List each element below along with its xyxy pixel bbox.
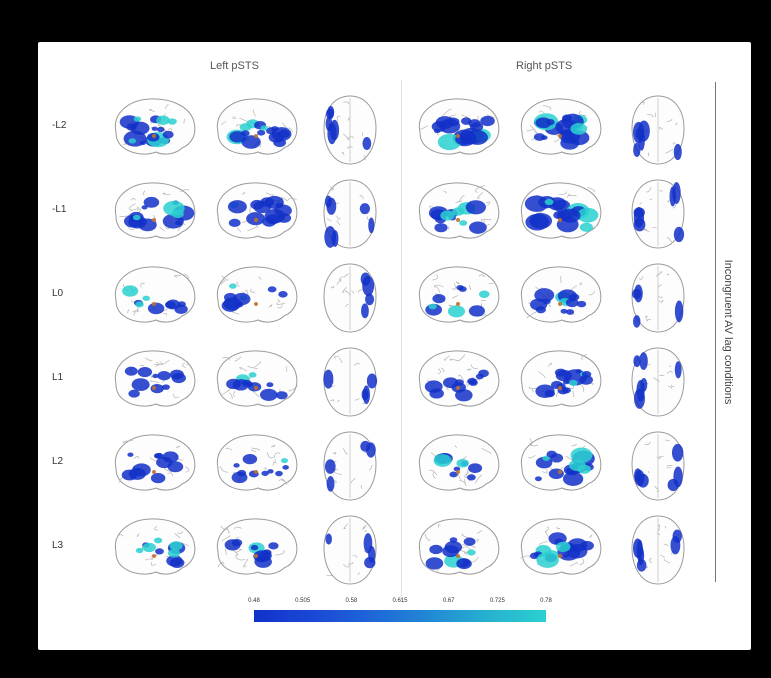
brain-panel <box>626 260 690 336</box>
brain-lateral-view <box>418 350 500 407</box>
brain-panel <box>106 92 202 164</box>
brain-ventral-view <box>323 431 377 501</box>
brain-lateral-view <box>418 182 500 239</box>
brain-panel <box>106 176 202 248</box>
brain-ventral-view <box>631 179 685 249</box>
colorbar-tick-label: 0.78 <box>540 598 552 604</box>
brain-panel <box>208 92 304 164</box>
brain-ventral-view <box>631 263 685 333</box>
row-label: L3 <box>52 540 64 551</box>
brain-lateral-view <box>114 182 196 239</box>
colorbar-ticks: 0.48 0.505 0.58 0.615 0.67 0.725 0.78 <box>248 598 552 610</box>
brain-lateral-view <box>520 98 602 155</box>
brain-ventral-view <box>323 347 378 417</box>
brain-lateral-view <box>520 350 602 407</box>
brain-panel <box>318 428 382 504</box>
colorbar-tick-label: 0.48 <box>248 598 260 604</box>
brain-panel <box>512 176 608 248</box>
row-label: -L2 <box>52 120 67 131</box>
brain-lateral-view <box>520 182 602 239</box>
brain-panel <box>208 260 304 332</box>
brain-ventral-view <box>323 95 377 165</box>
colorbar: 0.48 0.505 0.58 0.615 0.67 0.725 0.78 <box>248 598 552 622</box>
column-title-left-psts: Left pSTS <box>210 60 259 72</box>
colorbar-gradient <box>254 610 546 622</box>
brain-lateral-view <box>114 350 196 407</box>
brain-panel <box>512 260 608 332</box>
row-label: L0 <box>52 288 64 299</box>
brain-panel <box>626 176 690 252</box>
brain-lateral-view <box>418 98 500 155</box>
brain-lateral-view <box>216 350 298 407</box>
brain-ventral-view <box>631 431 685 501</box>
brain-ventral-view <box>323 263 377 333</box>
brain-panel <box>410 260 506 332</box>
brain-panel <box>106 260 202 332</box>
brain-panel <box>410 344 506 416</box>
brain-lateral-view <box>216 266 298 323</box>
row-label: L2 <box>52 456 64 467</box>
brain-panel <box>512 92 608 164</box>
brain-lateral-view <box>216 518 298 575</box>
brain-ventral-view <box>631 347 685 417</box>
brain-lateral-view <box>216 182 298 239</box>
row-group-bracket <box>715 82 716 582</box>
brain-lateral-view <box>418 266 500 323</box>
brain-panel <box>410 512 506 584</box>
brain-panel <box>512 428 608 500</box>
brain-panel <box>626 428 690 504</box>
colorbar-tick-label: 0.615 <box>392 598 408 604</box>
side-label: Incongruent AV lag conditions <box>722 255 734 409</box>
brain-panel <box>208 512 304 584</box>
brain-lateral-view <box>114 98 196 155</box>
brain-ventral-view <box>631 95 685 165</box>
brain-panel <box>410 428 506 500</box>
figure-slide: Left pSTS Right pSTS Incongruent AV lag … <box>38 42 751 650</box>
brain-panel <box>626 92 690 168</box>
brain-lateral-view <box>520 434 602 491</box>
colorbar-tick-label: 0.505 <box>295 598 311 604</box>
brain-panel <box>318 260 382 336</box>
brain-lateral-view <box>418 518 500 575</box>
brain-panel <box>208 176 304 248</box>
brain-ventral-view <box>631 515 685 585</box>
brain-panel <box>410 92 506 164</box>
brain-ventral-view <box>323 179 377 249</box>
brain-panel <box>318 512 382 588</box>
brain-lateral-view <box>114 266 196 323</box>
brain-panel <box>626 344 690 420</box>
brain-panel <box>410 176 506 248</box>
brain-panel <box>106 344 202 416</box>
brain-panel <box>512 344 608 416</box>
colorbar-tick-label: 0.725 <box>489 598 505 604</box>
brain-lateral-view <box>418 434 500 491</box>
brain-panel <box>318 344 382 420</box>
colorbar-tick-label: 0.67 <box>442 598 455 604</box>
brain-panel <box>208 428 304 500</box>
brain-panel <box>512 512 608 584</box>
brain-panel <box>626 512 690 588</box>
brain-lateral-view <box>114 434 196 491</box>
brain-lateral-view <box>520 266 602 323</box>
row-label: L1 <box>52 372 64 383</box>
colorbar-tick-label: 0.58 <box>345 598 358 604</box>
brain-lateral-view <box>520 518 602 575</box>
column-divider <box>401 80 402 600</box>
brain-panel <box>106 428 202 500</box>
brain-lateral-view <box>114 518 196 575</box>
brain-panel <box>106 512 202 584</box>
column-title-right-psts: Right pSTS <box>516 60 573 72</box>
brain-ventral-view <box>323 515 377 585</box>
row-label: -L1 <box>52 204 67 215</box>
brain-lateral-view <box>216 434 298 491</box>
brain-panel <box>318 92 382 168</box>
brain-panel <box>318 176 382 252</box>
brain-panel <box>208 344 304 416</box>
brain-lateral-view <box>216 98 298 155</box>
